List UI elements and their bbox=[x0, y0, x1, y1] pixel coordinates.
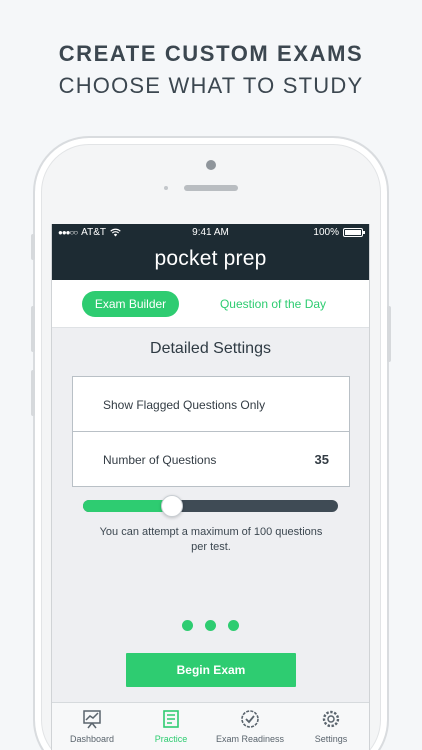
page-indicator bbox=[52, 620, 369, 631]
battery-percent: 100% bbox=[313, 227, 339, 238]
tab-settings[interactable]: Settings bbox=[291, 709, 369, 744]
tab-exam-readiness[interactable]: Exam Readiness bbox=[210, 709, 290, 744]
tab-exam-builder[interactable]: Exam Builder bbox=[82, 291, 179, 317]
practice-notepad-icon bbox=[163, 710, 179, 728]
section-title: Detailed Settings bbox=[150, 340, 271, 357]
app-logo-title: pocket prep bbox=[154, 247, 267, 270]
question-count-slider[interactable] bbox=[83, 495, 338, 517]
tab-label: Practice bbox=[154, 734, 188, 744]
page-dot bbox=[182, 620, 193, 631]
phone-speaker bbox=[184, 185, 238, 191]
phone-volume-up bbox=[31, 306, 35, 352]
phone-volume-down bbox=[31, 370, 35, 416]
tab-label: Dashboard bbox=[69, 734, 115, 744]
phone-front-sensor bbox=[206, 160, 216, 170]
battery-fill bbox=[345, 230, 361, 235]
max-questions-hint: You can attempt a maximum of 100 questio… bbox=[99, 526, 323, 553]
phone-camera bbox=[164, 186, 168, 190]
headline-line-2: CHOOSE WHAT TO STUDY bbox=[58, 73, 364, 98]
app-screen: ●●●○○ AT&T 9:41 AM 100% pocket prep Exam… bbox=[51, 224, 370, 750]
slider-thumb[interactable] bbox=[161, 495, 184, 517]
battery-icon bbox=[343, 228, 365, 237]
settings-card: Show Flagged Questions Only Number of Qu… bbox=[72, 376, 350, 487]
phone-mute-switch bbox=[31, 234, 35, 260]
status-right: 100% bbox=[313, 227, 365, 238]
tab-label: Settings bbox=[314, 734, 348, 744]
tab-label: Exam Readiness bbox=[215, 734, 285, 744]
segment-tabs: Exam Builder Question of the Day bbox=[52, 280, 369, 328]
begin-exam-button[interactable]: Begin Exam bbox=[126, 653, 296, 687]
settings-gear-icon bbox=[322, 710, 340, 728]
page-dot bbox=[228, 620, 239, 631]
setting-label: Show Flagged Questions Only bbox=[103, 398, 266, 412]
setting-label: Number of Questions bbox=[103, 453, 217, 467]
setting-row-flagged[interactable]: Show Flagged Questions Only bbox=[73, 377, 349, 432]
tab-practice[interactable]: Practice bbox=[131, 709, 211, 744]
setting-row-number-of-questions[interactable]: Number of Questions 35 bbox=[73, 432, 349, 487]
phone-power-button bbox=[387, 306, 391, 362]
tab-dashboard[interactable]: Dashboard bbox=[52, 709, 132, 744]
headline-line-1: CREATE CUSTOM EXAMS bbox=[58, 41, 364, 66]
page-dot bbox=[205, 620, 216, 631]
app-header: pocket prep bbox=[52, 242, 369, 280]
tab-question-of-the-day[interactable]: Question of the Day bbox=[208, 291, 338, 317]
marketing-headline: CREATE CUSTOM EXAMS CHOOSE WHAT TO STUDY bbox=[0, 40, 422, 102]
status-bar: ●●●○○ AT&T 9:41 AM 100% bbox=[52, 224, 369, 242]
dashboard-chart-icon bbox=[83, 710, 101, 729]
question-count-value: 35 bbox=[314, 452, 329, 467]
slider-fill bbox=[83, 500, 173, 512]
bottom-tab-bar: Dashboard Practice Exam Readiness Settin… bbox=[52, 702, 369, 750]
exam-readiness-check-icon bbox=[241, 710, 259, 728]
